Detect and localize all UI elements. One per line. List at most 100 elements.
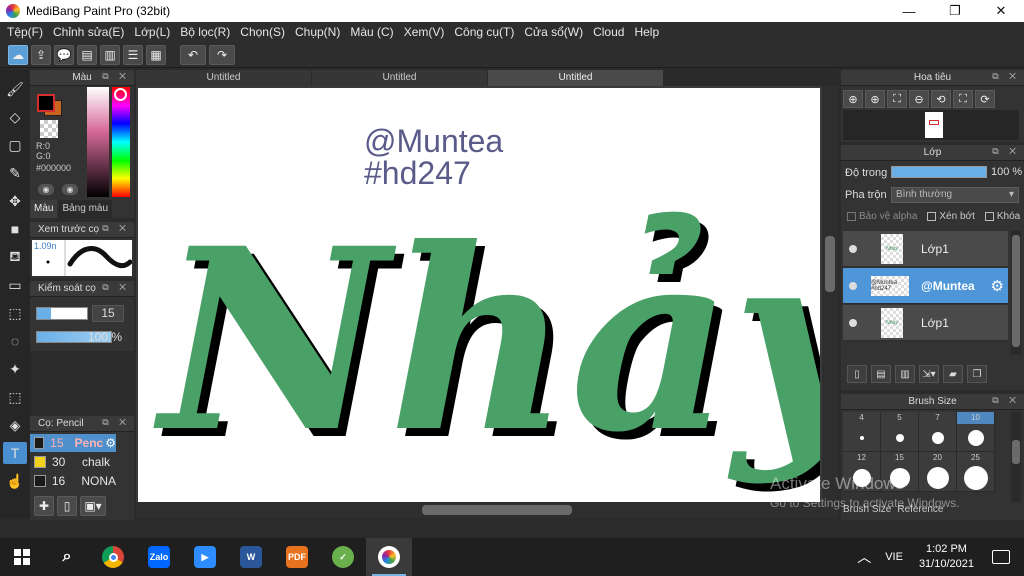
dot-tool-icon[interactable]: ✎ xyxy=(3,162,27,184)
panel-controls-icon[interactable]: ⧉ ✕ xyxy=(102,71,130,82)
gradient-tool-icon[interactable]: ▭ xyxy=(3,274,27,296)
medibang-taskbar-icon[interactable] xyxy=(366,538,412,576)
menu-cloud[interactable]: Cloud xyxy=(588,25,629,39)
page-icon[interactable]: ▥ xyxy=(100,44,120,65)
magic-wand-tool-icon[interactable]: ✦ xyxy=(3,358,27,380)
hue-cursor[interactable] xyxy=(114,88,127,101)
tab-reference[interactable]: Reference xyxy=(897,504,943,515)
notification-icon[interactable] xyxy=(992,550,1010,564)
undo-icon[interactable]: ↶ xyxy=(180,44,206,65)
blend-mode-select[interactable]: Bình thường ▾ xyxy=(891,187,1019,203)
protect-alpha-checkbox[interactable]: Bảo vệ alpha xyxy=(847,211,917,222)
gear-icon[interactable]: ⚙ xyxy=(105,436,116,450)
restore-button[interactable]: ❐ xyxy=(932,0,978,22)
size-swatch[interactable] xyxy=(843,464,881,492)
size-label[interactable]: 4 xyxy=(843,412,881,424)
size-swatch[interactable] xyxy=(881,464,919,492)
brush-size-slider[interactable] xyxy=(36,307,88,320)
zalo-icon[interactable]: Zalo xyxy=(136,538,182,576)
grid-icon[interactable]: ▦ xyxy=(146,44,166,65)
layer-menu-icon[interactable]: ⇲▾ xyxy=(919,365,939,383)
hue-slider[interactable] xyxy=(112,87,130,197)
rectangle-tool-icon[interactable]: ▢ xyxy=(3,134,27,156)
document-tab[interactable]: Untitled xyxy=(136,70,311,86)
word-icon[interactable]: W xyxy=(228,538,274,576)
size-swatch[interactable] xyxy=(957,464,995,492)
search-icon[interactable]: ⌕ xyxy=(44,538,90,576)
lock-checkbox[interactable]: Khóa xyxy=(984,211,1020,222)
rotate-left-icon[interactable]: ⟲ xyxy=(931,90,951,108)
operation-tool-icon[interactable]: ☝ xyxy=(3,470,27,492)
lasso-tool-icon[interactable]: ◌ xyxy=(3,330,27,352)
zoom-in-icon[interactable]: ⊕ xyxy=(865,90,885,108)
size-label[interactable]: 25 xyxy=(957,452,995,464)
gear-icon[interactable]: ⚙ xyxy=(991,277,1004,295)
speech-bubble-icon[interactable]: 💬 xyxy=(54,44,74,65)
bucket-tool-icon[interactable]: ⛾ xyxy=(3,246,27,268)
menu-view[interactable]: Xem(V) xyxy=(399,25,450,39)
layer-opacity-slider[interactable] xyxy=(891,166,987,178)
palette-icon[interactable]: ◉ xyxy=(62,184,78,195)
size-label[interactable]: 5 xyxy=(881,412,919,424)
fit-window-icon[interactable]: ⛶ xyxy=(887,90,907,108)
cloud-icon[interactable]: ☁ xyxy=(8,44,28,65)
menu-snap[interactable]: Chụp(N) xyxy=(290,25,345,39)
panel-controls-icon[interactable]: ⧉ ✕ xyxy=(102,417,130,428)
zoom-icon[interactable]: ▶ xyxy=(182,538,228,576)
menu-color[interactable]: Màu (C) xyxy=(345,25,398,39)
brush-item[interactable]: 30 chalk xyxy=(30,453,116,471)
list-icon[interactable]: ☰ xyxy=(123,44,143,65)
brush-tool-icon[interactable]: 🖌 xyxy=(3,78,27,100)
minimize-button[interactable]: — xyxy=(886,0,932,22)
chrome-icon[interactable] xyxy=(90,538,136,576)
size-label[interactable]: 20 xyxy=(919,452,957,464)
layer-scrollbar[interactable] xyxy=(1011,231,1021,355)
clip-studio-icon[interactable]: ✓ xyxy=(320,538,366,576)
folder-icon[interactable]: ▰ xyxy=(943,365,963,383)
clock[interactable]: 1:02 PM 31/10/2021 xyxy=(919,542,974,572)
new-brush-icon[interactable]: ▯ xyxy=(57,496,77,516)
size-swatch[interactable] xyxy=(957,424,995,452)
menu-select[interactable]: Chọn(S) xyxy=(235,25,290,39)
menu-filter[interactable]: Bộ lọc(R) xyxy=(175,25,235,39)
brush-item[interactable]: 15 Penc ⚙ xyxy=(30,434,116,452)
select-pen-tool-icon[interactable]: ⬚ xyxy=(3,386,27,408)
menu-layer[interactable]: Lớp(L) xyxy=(129,25,175,39)
panel-controls-icon[interactable]: ⧉ ✕ xyxy=(102,223,130,234)
panel-controls-icon[interactable]: ⧉ ✕ xyxy=(102,282,130,293)
duplicate-layer-icon[interactable]: ❐ xyxy=(967,365,987,383)
add-brush-icon[interactable]: ✚ xyxy=(34,496,54,516)
menu-edit[interactable]: Chỉnh sửa(E) xyxy=(48,25,129,39)
size-label[interactable]: 12 xyxy=(843,452,881,464)
actual-size-icon[interactable]: ⛶ xyxy=(953,90,973,108)
new-halftone-layer-icon[interactable]: ▤ xyxy=(871,365,891,383)
menu-file[interactable]: Tệp(F) xyxy=(2,25,48,39)
canvas-horizontal-scrollbar[interactable] xyxy=(136,502,838,518)
language-indicator[interactable]: VIE xyxy=(885,551,903,563)
panel-controls-icon[interactable]: ⧉ ✕ xyxy=(992,71,1020,82)
pdf-icon[interactable]: PDF xyxy=(274,538,320,576)
move-tool-icon[interactable]: ✥ xyxy=(3,190,27,212)
select-eraser-tool-icon[interactable]: ◈ xyxy=(3,414,27,436)
chevron-up-icon[interactable]: ︿ xyxy=(857,547,871,567)
foreground-color-swatch[interactable] xyxy=(37,94,55,112)
size-swatch[interactable] xyxy=(919,464,957,492)
select-tool-icon[interactable]: ⬚ xyxy=(3,302,27,324)
visibility-icon[interactable] xyxy=(849,281,857,290)
visibility-icon[interactable] xyxy=(849,318,857,327)
zoom-out-icon[interactable]: ⊖ xyxy=(909,90,929,108)
brush-item[interactable]: 16 NONA xyxy=(30,472,116,490)
size-label[interactable]: 10 xyxy=(957,412,995,424)
size-swatch[interactable] xyxy=(919,424,957,452)
transparent-color-swatch[interactable] xyxy=(40,120,58,138)
start-button[interactable] xyxy=(0,538,44,576)
new-1bit-layer-icon[interactable]: ▥ xyxy=(895,365,915,383)
saturation-slider[interactable] xyxy=(87,87,109,197)
navigator-view[interactable] xyxy=(843,110,1019,140)
comment-icon[interactable]: ▤ xyxy=(77,44,97,65)
zoom-fit-icon[interactable]: ⊕ xyxy=(843,90,863,108)
document-tab[interactable]: Untitled xyxy=(312,70,487,86)
brush-menu-icon[interactable]: ▣▾ xyxy=(80,496,106,516)
rotate-right-icon[interactable]: ⟳ xyxy=(975,90,995,108)
size-label[interactable]: 7 xyxy=(919,412,957,424)
